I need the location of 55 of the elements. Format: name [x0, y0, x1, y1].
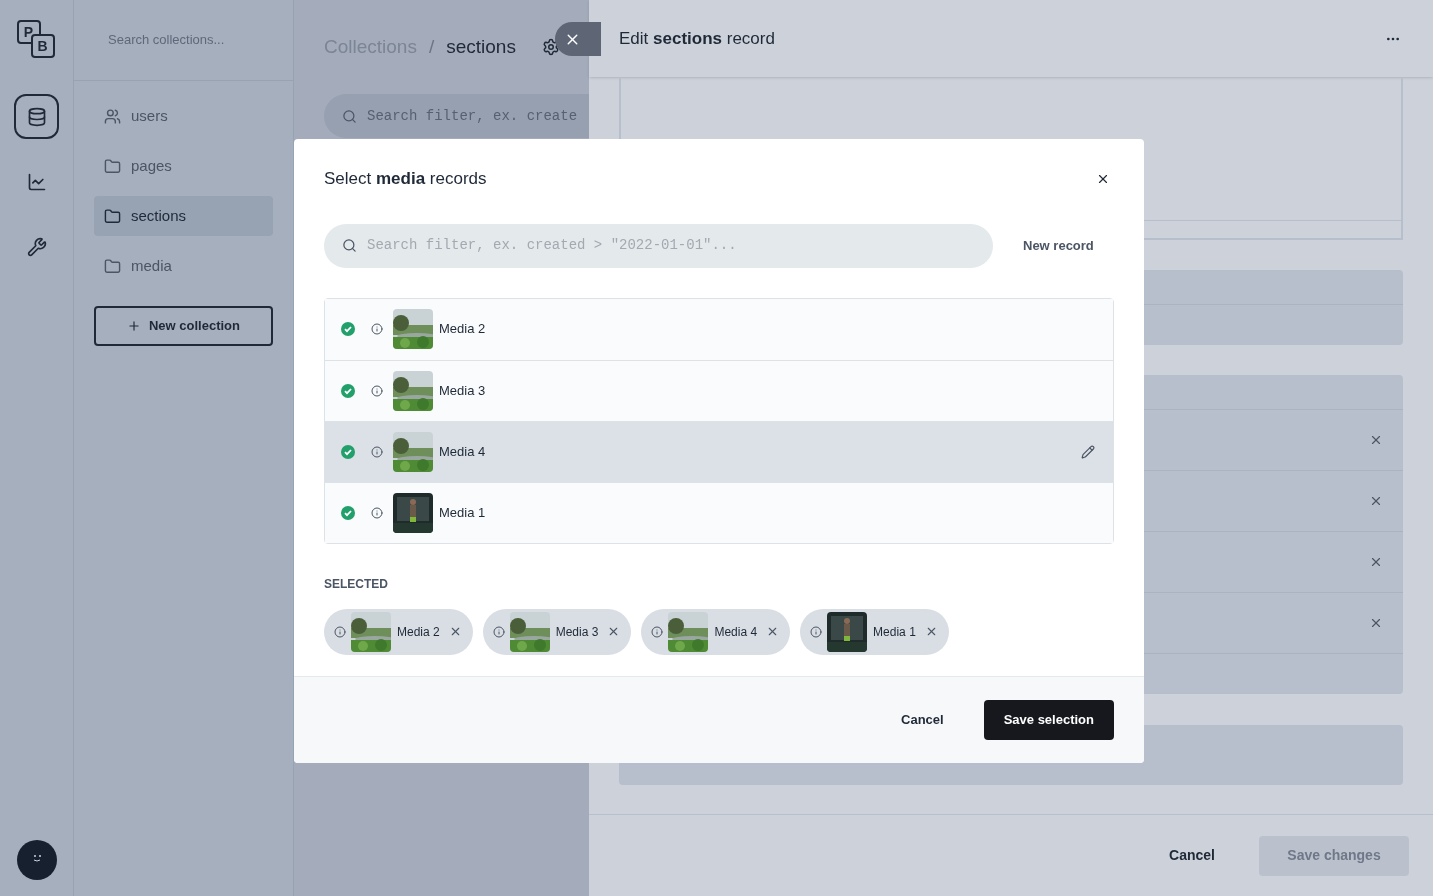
- record-row[interactable]: Media 4: [325, 420, 1113, 482]
- collection-item[interactable]: sections: [94, 196, 273, 236]
- info-icon[interactable]: [371, 323, 383, 335]
- info-icon[interactable]: [810, 625, 823, 638]
- selected-chip: Media 1: [800, 608, 949, 655]
- save-selection-button[interactable]: Save selection: [983, 700, 1114, 740]
- chart-icon: [26, 171, 47, 192]
- check-icon[interactable]: [341, 505, 355, 520]
- folder-icon: [104, 257, 121, 275]
- search-icon: [342, 108, 357, 124]
- collection-item[interactable]: users: [94, 96, 273, 136]
- info-icon[interactable]: [371, 445, 383, 458]
- record-row[interactable]: Media 2: [325, 298, 1113, 360]
- cancel-button[interactable]: Cancel: [881, 700, 964, 740]
- section-label: SELECTED: [324, 575, 389, 593]
- collection-item[interactable]: media: [94, 246, 273, 286]
- check-icon[interactable]: [341, 322, 355, 336]
- remove-icon[interactable]: [1369, 616, 1383, 630]
- record-row[interactable]: Media 1: [325, 481, 1113, 543]
- folder-icon: [104, 157, 121, 175]
- check-icon[interactable]: [341, 444, 355, 459]
- breadcrumb-separator: /: [428, 34, 435, 59]
- cancel-button[interactable]: Cancel: [1153, 835, 1231, 876]
- info-icon[interactable]: [492, 625, 505, 638]
- selected-chip: Media 4: [641, 608, 791, 655]
- search-field[interactable]: Search collections...: [108, 30, 259, 50]
- avatar-icon[interactable]: [16, 840, 57, 880]
- plus-icon: [127, 319, 141, 333]
- folder-icon: [104, 207, 121, 225]
- modal-title: Select media records: [324, 168, 487, 190]
- info-icon[interactable]: [371, 506, 383, 519]
- remove-icon[interactable]: [1369, 433, 1383, 447]
- wrench-icon: [26, 236, 47, 257]
- info-icon[interactable]: [651, 625, 664, 638]
- users-icon: [104, 107, 121, 125]
- close-button[interactable]: [555, 22, 601, 56]
- selected-chip: Media 3: [482, 608, 632, 655]
- remove-icon[interactable]: [1369, 555, 1383, 569]
- database-icon: [26, 106, 47, 127]
- new-collection-button[interactable]: New collection: [94, 306, 273, 346]
- collection-item[interactable]: pages: [94, 146, 273, 186]
- settings-icon[interactable]: [541, 38, 560, 56]
- search-icon: [342, 238, 357, 253]
- breadcrumb-current: sections: [446, 34, 516, 59]
- check-icon[interactable]: [341, 383, 355, 398]
- nav-button[interactable]: [14, 94, 59, 139]
- info-icon[interactable]: [371, 384, 383, 397]
- selected-chip: Media 2: [324, 608, 473, 655]
- record-row[interactable]: Media 3: [325, 359, 1113, 421]
- edit-icon[interactable]: [1081, 444, 1095, 459]
- logo[interactable]: P B: [16, 20, 57, 60]
- remove-icon[interactable]: [1369, 494, 1383, 508]
- panel-title: Edit sections record: [619, 27, 775, 50]
- new-record-button[interactable]: New record: [1023, 235, 1094, 256]
- info-icon[interactable]: [334, 625, 346, 638]
